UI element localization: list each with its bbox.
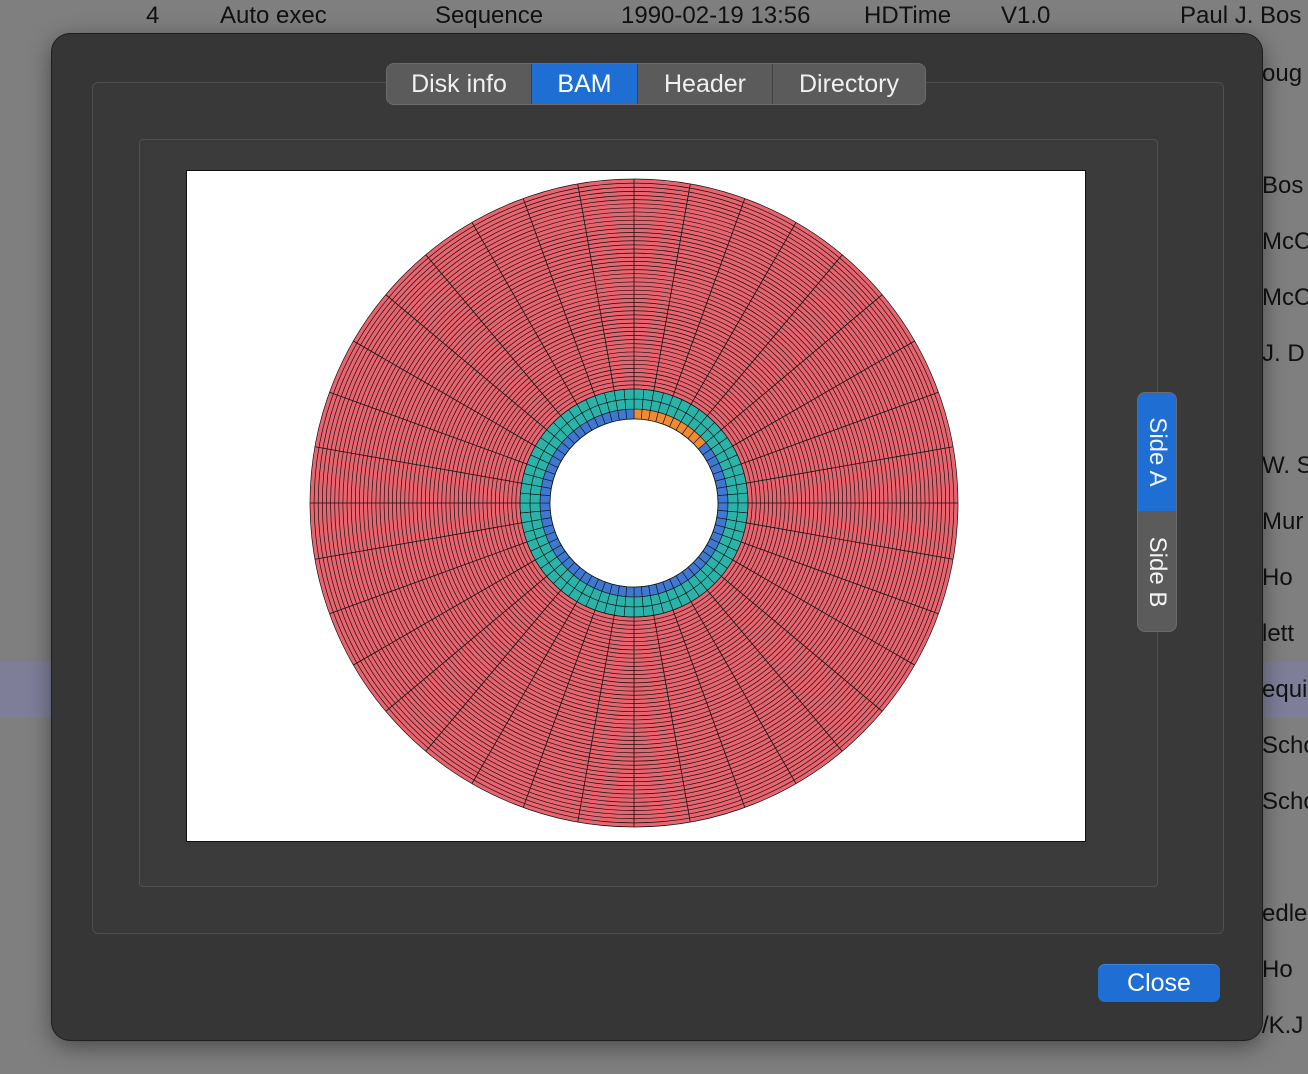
sector: [717, 494, 729, 504]
author-fragment: Ho: [1262, 564, 1293, 591]
sector: [625, 586, 635, 598]
sector: [624, 596, 635, 608]
side-a-button[interactable]: Side A: [1138, 393, 1176, 511]
sector: [519, 502, 531, 514]
sector: [726, 484, 738, 496]
sector: [539, 494, 551, 504]
bam-dialog: Disk info BAM Header Directory Side A Si…: [52, 34, 1262, 1040]
row-author: Paul J. Bos: [1180, 2, 1302, 29]
sector: [520, 511, 532, 524]
side-a-label: Side A: [1144, 417, 1171, 487]
author-fragment: oug: [1262, 60, 1303, 87]
author-fragment: lett: [1262, 620, 1295, 647]
sector: [633, 586, 643, 598]
sector: [633, 388, 645, 400]
sector: [641, 595, 653, 607]
sector: [617, 409, 628, 421]
author-fragment: J. D: [1262, 340, 1305, 367]
sector: [615, 399, 627, 411]
sector: [633, 408, 643, 420]
author-fragment: McC: [1262, 284, 1308, 311]
sector: [530, 510, 542, 522]
sector: [633, 606, 645, 618]
row-version: V1.0: [1001, 2, 1051, 29]
author-fragment: Bos: [1262, 172, 1304, 199]
sector: [529, 502, 541, 513]
row-category: Sequence: [435, 2, 544, 29]
sector: [737, 492, 749, 504]
sector: [737, 502, 749, 514]
sector: [613, 389, 626, 401]
bam-panel: [139, 139, 1158, 887]
sector: [717, 502, 729, 512]
sector: [519, 492, 531, 504]
tab-bar: Disk info BAM Header Directory: [386, 63, 926, 105]
side-b-label: Side B: [1144, 536, 1171, 607]
sector: [716, 486, 728, 497]
author-fragment: McC: [1262, 228, 1308, 255]
sector: [540, 509, 552, 520]
tab-directory[interactable]: Directory: [773, 64, 925, 104]
author-fragment: W. S: [1262, 452, 1308, 479]
author-fragment: edle: [1262, 900, 1308, 927]
side-selector: Side A Side B: [1137, 392, 1177, 632]
author-fragment: equi: [1262, 676, 1308, 703]
sector: [736, 482, 748, 495]
author-fragment: Mur: [1262, 508, 1304, 535]
author-fragment: /K.J: [1262, 1012, 1304, 1039]
sector: [727, 502, 739, 513]
sector: [623, 606, 635, 618]
sector: [625, 408, 635, 420]
row-type: Auto exec: [220, 2, 327, 29]
sector: [727, 493, 739, 504]
row-date: 1990-02-19 13:56: [621, 2, 811, 29]
sector: [642, 605, 655, 617]
sector: [633, 398, 644, 410]
tab-header[interactable]: Header: [638, 64, 773, 104]
sector: [623, 388, 635, 400]
author-fragment: Scho: [1262, 788, 1308, 815]
disk-map: [309, 178, 959, 828]
tab-content-box: [92, 82, 1224, 934]
list-row[interactable]: 4 Auto exec Sequence 1990-02-19 13:56 HD…: [0, 0, 1308, 36]
sector: [633, 596, 644, 608]
sector: [539, 502, 551, 512]
side-b-button[interactable]: Side B: [1138, 512, 1176, 631]
close-button[interactable]: Close: [1098, 964, 1220, 1002]
sector: [529, 493, 541, 504]
bam-canvas: [186, 170, 1086, 842]
tab-disk-info[interactable]: Disk info: [387, 64, 532, 104]
row-program: HDTime: [864, 2, 952, 29]
author-fragment: Ho: [1262, 956, 1293, 983]
disk-hub: [549, 418, 719, 588]
tab-bam[interactable]: BAM: [532, 64, 638, 104]
author-fragment: Scho: [1262, 732, 1308, 759]
row-index: 4: [146, 2, 160, 29]
sector: [640, 585, 651, 597]
sector: [624, 398, 635, 410]
